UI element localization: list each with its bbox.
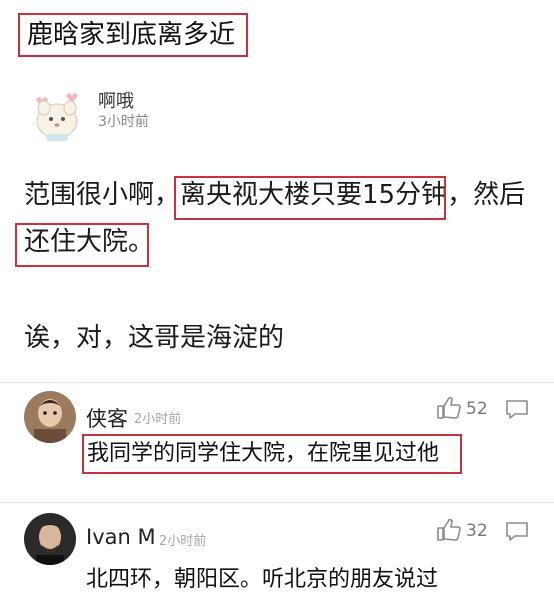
post-username[interactable]: 啊哦	[98, 87, 134, 113]
post-avatar[interactable]	[26, 88, 88, 142]
like-button[interactable]	[436, 396, 462, 420]
user-photo-icon	[24, 391, 76, 443]
comment-text: 北四环，朝阳区。听北京的朋友说过	[86, 567, 439, 592]
commenter-name[interactable]: Ivan M	[86, 525, 156, 549]
cartoon-avatar-icon	[36, 93, 78, 141]
post-line-1-pre: 范围很小啊，	[24, 180, 181, 210]
like-button[interactable]	[436, 518, 462, 542]
like-count: 52	[466, 399, 488, 419]
commenter-name[interactable]: 侠客	[86, 403, 128, 433]
highlight-frame-compound	[15, 223, 149, 267]
commenter-avatar[interactable]	[24, 391, 76, 443]
post-timestamp: 3小时前	[98, 114, 149, 130]
like-count: 32	[466, 521, 488, 541]
comment-timestamp: 2小时前	[134, 412, 182, 427]
user-photo-icon	[24, 513, 76, 565]
post-line-1-post: ，然后	[447, 180, 526, 210]
thumbs-up-icon	[437, 396, 461, 419]
headline-text: 鹿晗家到底离多近	[27, 20, 236, 50]
comment-text-box: 我同学的同学住大院，在院里见过他	[82, 434, 462, 474]
thumbs-up-icon	[437, 518, 461, 541]
reply-button[interactable]	[504, 520, 530, 542]
highlight-frame-cctv	[174, 176, 446, 220]
comment-bubble-icon	[506, 522, 528, 541]
comment-divider	[0, 382, 554, 383]
comment-divider	[0, 502, 554, 503]
reply-button[interactable]	[504, 398, 530, 420]
commenter-avatar[interactable]	[24, 513, 76, 565]
comment-text: 我同学的同学住大院，在院里见过他	[87, 441, 440, 466]
comment-timestamp: 2小时前	[159, 534, 207, 549]
headline-box: 鹿晗家到底离多近	[18, 13, 248, 57]
comment-bubble-icon	[506, 400, 528, 419]
post-line-3: 诶，对，这哥是海淀的	[24, 323, 285, 353]
